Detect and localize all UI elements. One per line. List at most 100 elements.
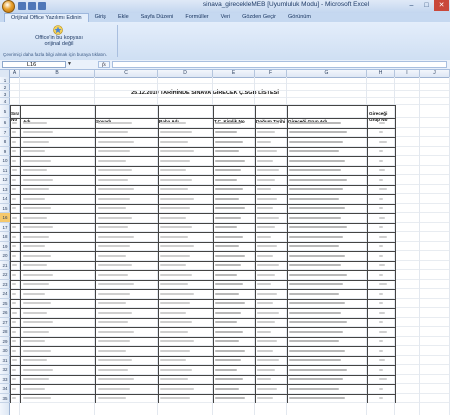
row-header[interactable]: 22	[0, 270, 10, 280]
row-header[interactable]: 26	[0, 308, 10, 318]
formula-input[interactable]	[112, 61, 447, 68]
maximize-button[interactable]: □	[419, 0, 434, 11]
blurred-cell-content	[23, 340, 45, 343]
blurred-cell-content	[257, 216, 279, 219]
close-button[interactable]: ✕	[434, 0, 449, 11]
row-header[interactable]: 9	[0, 147, 10, 156]
grid-row-line	[10, 83, 450, 84]
blurred-cell-content	[160, 292, 194, 295]
row-header[interactable]: 1	[0, 77, 10, 84]
column-header-e[interactable]: E	[213, 70, 255, 77]
cell-grid[interactable]: 25.12.2010 TARİHİNDE SINAVA GİRECEK Ç.SG…	[10, 77, 450, 415]
row-header[interactable]: 3	[0, 91, 10, 98]
blurred-cell-content	[379, 397, 383, 400]
table-row-border	[10, 346, 396, 347]
name-box[interactable]: L16	[2, 61, 66, 68]
blurred-cell-content	[98, 235, 134, 238]
row-header[interactable]: 11	[0, 166, 10, 175]
blurred-cell-content	[23, 235, 49, 238]
blurred-cell-content	[12, 150, 16, 153]
row-header[interactable]: 27	[0, 318, 10, 327]
tab-giris[interactable]: Giriş	[89, 13, 112, 22]
row-header[interactable]: 20	[0, 251, 10, 261]
undo-icon[interactable]	[28, 2, 36, 10]
blurred-cell-content	[23, 273, 53, 276]
row-header[interactable]: 19	[0, 242, 10, 251]
row-header[interactable]: 29	[0, 337, 10, 346]
column-header-j[interactable]: J	[420, 70, 450, 77]
row-header[interactable]: 10	[0, 156, 10, 166]
blurred-cell-content	[215, 159, 245, 162]
column-header-i[interactable]: I	[395, 70, 420, 77]
ribbon: Office'in bu kopyası orijinal değil Çevr…	[0, 22, 450, 61]
table-column-border	[20, 105, 21, 403]
blurred-cell-content	[160, 349, 190, 352]
office-button[interactable]	[2, 0, 15, 13]
tab-gozden-gecir[interactable]: Gözden Geçir	[236, 13, 282, 22]
blurred-cell-content	[379, 359, 385, 362]
row-header[interactable]: 17	[0, 223, 10, 232]
column-header-f[interactable]: F	[255, 70, 287, 77]
blurred-cell-content	[98, 140, 134, 143]
redo-icon[interactable]	[38, 2, 46, 10]
row-header[interactable]: 15	[0, 204, 10, 213]
row-header[interactable]: 14	[0, 194, 10, 204]
column-header-d[interactable]: D	[158, 70, 213, 77]
save-icon[interactable]	[18, 2, 26, 10]
blurred-cell-content	[12, 321, 16, 324]
minimize-button[interactable]: –	[404, 0, 419, 11]
blurred-cell-content	[379, 169, 385, 172]
name-box-dropdown-icon[interactable]: ▼	[67, 61, 72, 68]
row-header[interactable]: 12	[0, 175, 10, 185]
tab-sayfa-duzeni[interactable]: Sayfa Düzeni	[135, 13, 180, 22]
row-header[interactable]: 23	[0, 280, 10, 289]
tab-orijinal-office[interactable]: Orijinal Office Yazılımı Edinin	[4, 13, 89, 22]
row-header[interactable]: 5	[0, 105, 10, 118]
row-header[interactable]: 28	[0, 327, 10, 337]
select-all-button[interactable]	[0, 70, 10, 77]
table-row-border	[10, 137, 396, 138]
row-header[interactable]: 16	[0, 213, 10, 223]
row-header[interactable]: 7	[0, 128, 10, 137]
row-header[interactable]: 8	[0, 137, 10, 147]
blurred-cell-content	[98, 131, 128, 134]
column-header-a[interactable]: A	[10, 70, 20, 77]
blurred-cell-content	[379, 197, 383, 200]
blurred-cell-content	[289, 273, 347, 276]
blurred-cell-content	[289, 340, 339, 343]
tab-gorunum[interactable]: Görünüm	[282, 13, 317, 22]
tab-veri[interactable]: Veri	[215, 13, 236, 22]
genuine-office-group[interactable]: Office'in bu kopyası orijinal değil Çevr…	[3, 24, 115, 58]
quick-access-toolbar	[18, 2, 46, 10]
row-header[interactable]: 32	[0, 365, 10, 375]
blurred-cell-content	[215, 207, 245, 210]
tab-formuller[interactable]: Formüller	[179, 13, 214, 22]
grid-column-line	[419, 77, 420, 415]
tab-ekle[interactable]: Ekle	[112, 13, 135, 22]
row-header[interactable]: 13	[0, 185, 10, 194]
row-header[interactable]: 25	[0, 299, 10, 308]
column-header-g[interactable]: G	[287, 70, 367, 77]
row-header[interactable]: 33	[0, 375, 10, 384]
row-header[interactable]: 34	[0, 384, 10, 394]
blurred-cell-content	[98, 359, 132, 362]
column-header-b[interactable]: B	[20, 70, 95, 77]
table-row-border	[10, 146, 396, 148]
row-header[interactable]: 24	[0, 289, 10, 299]
row-header[interactable]: 4	[0, 98, 10, 105]
blurred-cell-content	[160, 121, 186, 124]
row-header[interactable]: 6	[0, 118, 10, 128]
blurred-cell-content	[23, 330, 49, 333]
insert-function-button[interactable]: fx	[98, 61, 110, 68]
column-header-h[interactable]: H	[367, 70, 395, 77]
row-header[interactable]: 35	[0, 394, 10, 403]
row-header[interactable]: 30	[0, 346, 10, 356]
blurred-cell-content	[98, 311, 132, 314]
row-header[interactable]: 18	[0, 232, 10, 242]
genuine-office-note[interactable]: Çevrimiçi daha fazla bilgi almak için bu…	[3, 52, 107, 57]
row-header[interactable]: 21	[0, 261, 10, 270]
row-header[interactable]: 31	[0, 356, 10, 365]
row-header[interactable]: 2	[0, 84, 10, 91]
blurred-cell-content	[23, 216, 47, 219]
column-header-c[interactable]: C	[95, 70, 158, 77]
